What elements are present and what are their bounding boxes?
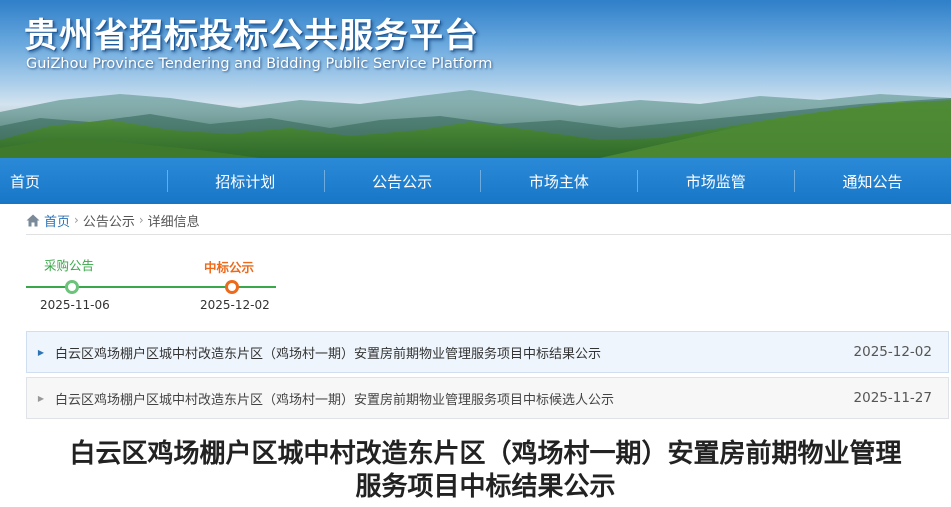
timeline-step-dot-current[interactable] <box>225 280 239 294</box>
nav-item-bidding-plan[interactable]: 招标计划 <box>166 158 324 204</box>
nav-item-notices[interactable]: 通知公告 <box>794 158 951 204</box>
breadcrumb-divider <box>26 234 951 235</box>
triangle-right-icon: ▶ <box>37 347 45 357</box>
breadcrumb-announcements-link[interactable]: 公告公示 <box>83 211 135 230</box>
related-announcement-title[interactable]: 白云区鸡场棚户区城中村改造东片区（鸡场村一期）安置房前期物业管理服务项目中标候选… <box>55 389 828 408</box>
article-title: 白云区鸡场棚户区城中村改造东片区（鸡场村一期）安置房前期物业管理 服务项目中标结… <box>20 438 951 504</box>
site-subtitle: GuiZhou Province Tendering and Bidding P… <box>26 56 493 72</box>
related-announcement-title[interactable]: 白云区鸡场棚户区城中村改造东片区（鸡场村一期）安置房前期物业管理服务项目中标结果… <box>55 343 828 362</box>
process-timeline: 采购公告 2025-11-06 中标公示 2025-12-02 <box>26 250 286 320</box>
nav-item-market-supervision[interactable]: 市场监管 <box>637 158 794 204</box>
breadcrumb-home-link[interactable]: 首页 <box>44 211 70 230</box>
site-title: 贵州省招标投标公共服务平台 <box>24 16 479 56</box>
breadcrumb-current: 详细信息 <box>147 214 200 230</box>
related-announcement-date: 2025-11-27 <box>853 390 932 406</box>
nav-item-market-entities[interactable]: 市场主体 <box>480 158 637 204</box>
article-title-line: 服务项目中标结果公示 <box>355 472 616 502</box>
related-announcement-item[interactable]: ▶ 白云区鸡场棚户区城中村改造东片区（鸡场村一期）安置房前期物业管理服务项目中标… <box>26 377 949 419</box>
related-announcement-item[interactable]: ▶ 白云区鸡场棚户区城中村改造东片区（鸡场村一期）安置房前期物业管理服务项目中标… <box>26 331 949 373</box>
timeline-step-label[interactable]: 采购公告 <box>44 255 94 274</box>
breadcrumb-separator: › <box>74 213 79 227</box>
timeline-step-label-current[interactable]: 中标公示 <box>204 257 254 276</box>
nav-item-home[interactable]: 首页 <box>0 158 167 204</box>
main-nav: 首页 招标计划 公告公示 市场主体 市场监管 通知公告 <box>0 158 951 204</box>
related-announcement-date: 2025-12-02 <box>853 344 932 360</box>
timeline-step-dot-done[interactable] <box>65 280 79 294</box>
header-banner: 贵州省招标投标公共服务平台 GuiZhou Province Tendering… <box>0 0 951 158</box>
article-title-line: 白云区鸡场棚户区城中村改造东片区（鸡场村一期）安置房前期物业管理 <box>69 439 902 469</box>
triangle-right-icon: ▶ <box>37 393 45 403</box>
timeline-step-date: 2025-12-02 <box>200 298 270 312</box>
breadcrumb: 首页 › 公告公示 › 详细信息 <box>26 208 200 232</box>
nav-item-announcements[interactable]: 公告公示 <box>323 158 481 204</box>
timeline-step-date: 2025-11-06 <box>40 298 110 312</box>
home-icon <box>26 214 40 226</box>
breadcrumb-separator: › <box>138 213 144 227</box>
